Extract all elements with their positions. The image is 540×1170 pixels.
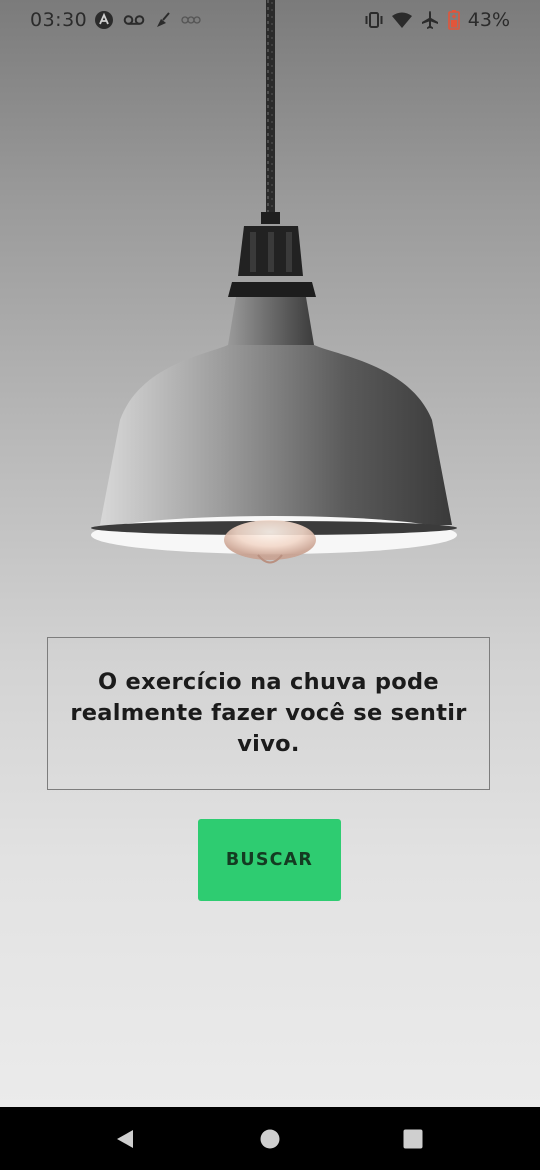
pendant-lamp-image <box>91 0 457 564</box>
battery-percentage: 43% <box>467 9 510 31</box>
vibrate-icon <box>364 11 384 29</box>
broom-icon <box>154 11 172 29</box>
battery-icon <box>447 10 460 30</box>
signal-dots-icon <box>181 14 201 26</box>
recents-icon <box>403 1129 423 1149</box>
app-screen: 03:30 43% O exercício na chuva pode real… <box>0 0 540 1107</box>
status-time: 03:30 <box>30 9 88 31</box>
status-notification-icons <box>94 9 201 31</box>
app-a-icon <box>94 10 114 30</box>
quote-text: O exercício na chuva pode realmente faze… <box>70 669 467 757</box>
status-system-icons: 43% <box>364 8 510 32</box>
voicemail-icon <box>123 13 145 27</box>
search-button[interactable]: BUSCAR <box>198 819 341 901</box>
home-button[interactable] <box>235 1107 305 1170</box>
quote-card: O exercício na chuva pode realmente faze… <box>47 637 490 790</box>
navigation-bar <box>0 1107 540 1170</box>
back-icon <box>114 1128 136 1150</box>
home-icon <box>260 1129 280 1149</box>
airplane-icon <box>420 10 440 30</box>
recents-button[interactable] <box>378 1107 448 1170</box>
wifi-icon <box>391 12 412 28</box>
status-bar: 03:30 43% <box>0 0 540 42</box>
back-button[interactable] <box>90 1107 160 1170</box>
